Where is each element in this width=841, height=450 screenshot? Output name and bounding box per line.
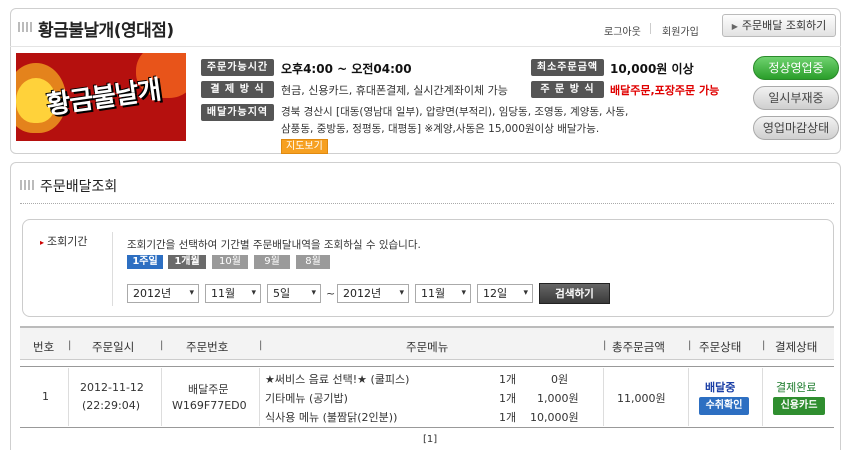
link-divider xyxy=(650,23,651,34)
header-total: 총주문금액 xyxy=(612,340,665,354)
status-pause-button[interactable]: 일시부재중 xyxy=(753,86,839,110)
to-year-select[interactable]: 2012년 ▾ xyxy=(337,284,409,303)
period-aug-button[interactable]: 8월 xyxy=(296,255,330,269)
area-label: 배달가능지역 xyxy=(201,104,274,121)
menu-item-name: 기타메뉴 (공기밥) xyxy=(265,392,348,405)
menu-item-price: 1,000원 xyxy=(537,392,579,405)
row-number: 1 xyxy=(42,390,49,403)
area-text: 경북 경산시 [대동(영남대 일부), 압량면(부적리), 임당동, 조영동, … xyxy=(281,106,629,135)
store-logo: 황금불날개 xyxy=(16,53,186,141)
logo-text: 황금불날개 xyxy=(44,75,163,121)
grip-icon xyxy=(20,180,34,190)
date-range-tilde: ~ xyxy=(326,287,336,300)
logout-link[interactable]: 로그아웃 xyxy=(604,23,641,38)
header-separator: | xyxy=(688,340,692,351)
hours-value: 오후4:00 ~ 오전04:00 xyxy=(281,62,412,76)
row-order-id[interactable]: W169F77ED0 xyxy=(172,399,247,412)
section-divider xyxy=(20,203,834,204)
order-lookup-button[interactable]: ▶ 주문배달 조회하기 xyxy=(722,14,836,37)
row-order-type: 배달주문 xyxy=(188,383,229,396)
header-separator: | xyxy=(68,340,72,351)
period-oct-button[interactable]: 10월 xyxy=(212,255,248,269)
order-lookup-button-label: 주문배달 조회하기 xyxy=(741,19,827,32)
to-day-select[interactable]: 12일 ▾ xyxy=(477,284,533,303)
bullet-icon: ▸ xyxy=(40,238,45,247)
signup-link[interactable]: 회원가입 xyxy=(662,23,699,38)
to-month-value: 11월 xyxy=(421,287,446,300)
column-divider xyxy=(762,368,763,426)
from-day-value: 5일 xyxy=(273,287,291,300)
to-day-value: 12일 xyxy=(483,287,508,300)
row-time: (22:29:04) xyxy=(82,399,140,412)
column-divider xyxy=(259,368,260,426)
menu-item-price: 0원 xyxy=(551,373,569,386)
chevron-down-icon: ▾ xyxy=(461,288,466,298)
triangle-right-icon: ▶ xyxy=(731,22,738,31)
payment-label: 결 제 방 식 xyxy=(201,81,274,98)
header-payment-status: 결제상태 xyxy=(775,340,818,354)
from-year-select[interactable]: 2012년 ▾ xyxy=(127,284,199,303)
column-divider xyxy=(68,368,69,426)
header-divider xyxy=(10,46,841,47)
period-label-text: 조회기간 xyxy=(47,235,88,248)
order-status: 배달중 xyxy=(705,381,736,394)
filter-description: 조회기간을 선택하여 기간별 주문배달내역을 조회하실 수 있습니다. xyxy=(127,239,421,251)
header-order-id: 주문번호 xyxy=(186,340,229,354)
column-divider xyxy=(161,368,162,426)
receipt-confirm-button[interactable]: 수취확인 xyxy=(699,397,749,415)
period-label: ▸ 조회기간 xyxy=(40,233,88,249)
period-sep-button[interactable]: 9월 xyxy=(254,255,290,269)
header-order-menu: 주문메뉴 xyxy=(406,340,449,354)
column-divider xyxy=(688,368,689,426)
from-month-value: 11월 xyxy=(211,287,236,300)
map-button[interactable]: 지도보기 xyxy=(281,139,328,154)
header-separator: | xyxy=(160,340,164,351)
to-month-select[interactable]: 11월 ▾ xyxy=(415,284,471,303)
menu-item-qty: 1개 xyxy=(499,411,517,424)
filter-divider xyxy=(112,232,113,306)
period-1week-button[interactable]: 1주일 xyxy=(127,255,163,269)
header-order-date: 주문일시 xyxy=(92,340,135,354)
min-order-value: 10,000원 이상 xyxy=(610,62,694,76)
header-number: 번호 xyxy=(33,340,55,354)
menu-item-name: 식사용 메뉴 (불짬닭(2인분)) xyxy=(265,411,398,424)
from-day-select[interactable]: 5일 ▾ xyxy=(267,284,321,303)
menu-item-qty: 1개 xyxy=(499,392,517,405)
status-open-button[interactable]: 정상영업중 xyxy=(753,56,839,80)
payment-status: 결제완료 xyxy=(776,381,817,394)
chevron-down-icon: ▾ xyxy=(251,288,256,298)
pagination-page-1[interactable]: [1] xyxy=(423,434,437,445)
order-method-value: 배달주문,포장주문 가능 xyxy=(610,84,720,97)
header-separator: | xyxy=(603,340,607,351)
menu-item-price: 10,000원 xyxy=(530,411,579,424)
menu-item-qty: 1개 xyxy=(499,373,517,386)
lookup-title: 주문배달조회 xyxy=(40,179,118,195)
chevron-down-icon: ▾ xyxy=(189,288,194,298)
payment-value: 현금, 신용카드, 휴대폰결제, 실시간계좌이체 가능 xyxy=(281,84,508,97)
menu-item-name: ★써비스 음료 선택!★ (쿨피스) xyxy=(265,373,410,386)
min-order-label: 최소주문금액 xyxy=(531,59,604,76)
hours-label: 주문가능시간 xyxy=(201,59,274,76)
search-button[interactable]: 검색하기 xyxy=(539,283,610,304)
row-total: 11,000원 xyxy=(617,392,666,405)
chevron-down-icon: ▾ xyxy=(311,288,316,298)
grip-icon xyxy=(18,22,32,32)
header-separator: | xyxy=(259,340,263,351)
column-divider xyxy=(603,368,604,426)
chevron-down-icon: ▾ xyxy=(399,288,404,298)
from-month-select[interactable]: 11월 ▾ xyxy=(205,284,261,303)
to-year-value: 2012년 xyxy=(343,287,382,300)
period-1month-button[interactable]: 1개월 xyxy=(168,255,206,269)
store-title: 황금불날개(영대점) xyxy=(38,21,174,41)
order-method-label: 주 문 방 식 xyxy=(531,81,604,98)
status-closed-button[interactable]: 영업마감상태 xyxy=(753,116,839,140)
payment-method-badge: 신용카드 xyxy=(773,397,825,415)
header-order-status: 주문상태 xyxy=(699,340,742,354)
area-value: 경북 경산시 [대동(영남대 일부), 압량면(부적리), 임당동, 조영동, … xyxy=(281,104,631,155)
header-separator: | xyxy=(762,340,766,351)
row-date: 2012-11-12 xyxy=(80,381,144,394)
from-year-value: 2012년 xyxy=(133,287,172,300)
chevron-down-icon: ▾ xyxy=(523,288,528,298)
